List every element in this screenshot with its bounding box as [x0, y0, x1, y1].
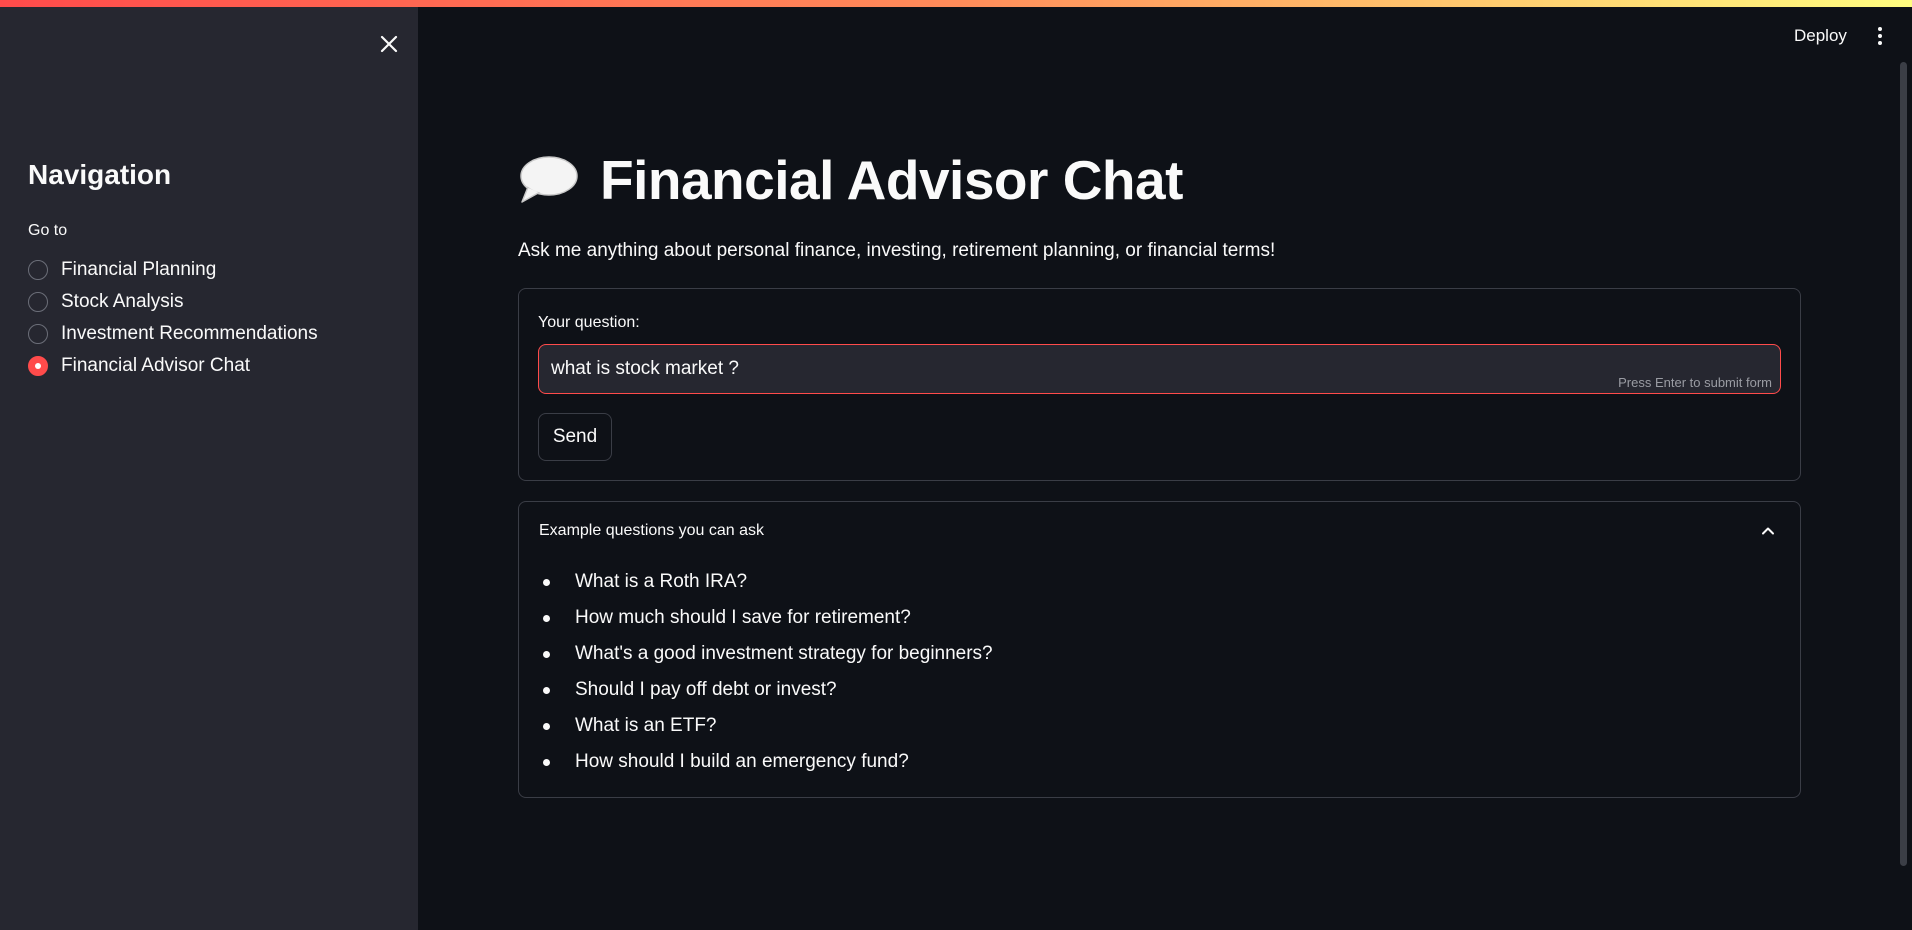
page-radio-group: Financial Planning Stock Analysis Invest… [28, 254, 318, 382]
close-icon [380, 35, 398, 53]
list-item: What is a Roth IRA? [543, 564, 993, 600]
radio-label: Financial Advisor Chat [61, 355, 251, 376]
radio-label: Financial Planning [61, 259, 217, 280]
enter-hint: Press Enter to submit form [1618, 375, 1772, 390]
main-menu-button[interactable] [1868, 22, 1892, 50]
radio-button[interactable] [28, 292, 48, 312]
navigation-heading: Navigation [28, 159, 172, 190]
radio-stock-analysis[interactable]: Stock Analysis [28, 286, 318, 318]
vertical-dots-icon [1878, 27, 1882, 31]
question-form: Your question: what is stock market ? Pr… [518, 288, 1801, 481]
list-item: How much should I save for retirement? [543, 600, 993, 636]
radio-button[interactable] [28, 260, 48, 280]
radio-financial-advisor-chat[interactable]: Financial Advisor Chat [28, 350, 318, 382]
list-item: Should I pay off debt or invest? [543, 672, 993, 708]
chevron-up-icon [1762, 527, 1774, 535]
vertical-dots-icon [1878, 41, 1882, 45]
vertical-dots-icon [1878, 34, 1882, 38]
list-item: What is an ETF? [543, 708, 993, 744]
sidebar: Navigation Go to Financial Planning Stoc… [0, 7, 418, 930]
radio-investment-recommendations[interactable]: Investment Recommendations [28, 318, 318, 350]
list-item: How should I build an emergency fund? [543, 744, 993, 780]
page-subtitle: Ask me anything about personal finance, … [518, 240, 1276, 261]
app-root: Navigation Go to Financial Planning Stoc… [0, 0, 1912, 930]
scrollbar[interactable] [1900, 62, 1907, 866]
examples-expander-header[interactable]: Example questions you can ask [519, 502, 1800, 560]
radio-label: Stock Analysis [61, 291, 184, 312]
question-input-value[interactable]: what is stock market ? [551, 358, 739, 380]
top-decoration-bar [0, 0, 1912, 7]
deploy-button[interactable]: Deploy [1780, 22, 1861, 50]
list-item: What's a good investment strategy for be… [543, 636, 993, 672]
examples-expander: Example questions you can ask What is a … [518, 501, 1801, 798]
page-title-text: Financial Advisor Chat [600, 149, 1183, 211]
radio-button[interactable] [28, 324, 48, 344]
example-questions-list: What is a Roth IRA? How much should I sa… [543, 564, 993, 780]
speech-balloon-icon [520, 156, 578, 203]
radio-financial-planning[interactable]: Financial Planning [28, 254, 318, 286]
radio-button-selected[interactable] [28, 356, 48, 376]
question-label: Your question: [538, 314, 640, 331]
goto-label: Go to [28, 222, 68, 239]
send-button[interactable]: Send [538, 413, 612, 461]
question-input[interactable]: what is stock market ? Press Enter to su… [538, 344, 1781, 394]
page-title: Financial Advisor Chat [518, 148, 1183, 212]
close-sidebar-button[interactable] [376, 31, 402, 57]
radio-label: Investment Recommendations [61, 323, 318, 344]
examples-expander-title: Example questions you can ask [539, 522, 765, 539]
